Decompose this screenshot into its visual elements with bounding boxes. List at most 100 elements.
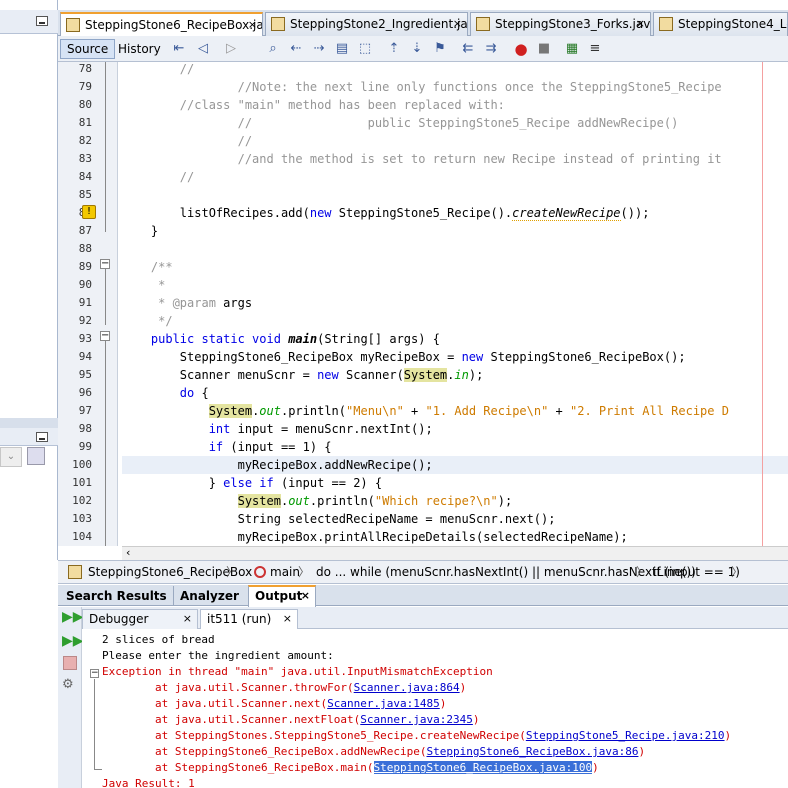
tab-run-output[interactable]: it511 (run) #2 × xyxy=(200,609,298,644)
shift-left-icon[interactable]: ⇇ xyxy=(460,41,476,57)
tab-steppingstone6[interactable]: SteppingStone6_RecipeBox.java × xyxy=(60,12,263,37)
close-icon[interactable]: × xyxy=(636,13,645,35)
close-icon[interactable]: × xyxy=(301,587,310,605)
code-line[interactable]: //and the method is set to return new Re… xyxy=(122,150,722,168)
toggle-selection-icon[interactable]: ⬚ xyxy=(357,41,373,57)
java-file-icon xyxy=(659,17,673,31)
line-number: 94 xyxy=(78,350,92,363)
output-line: 2 slices of bread xyxy=(102,632,215,648)
find-icon[interactable]: ⌕ xyxy=(265,41,281,57)
output-text: ) xyxy=(592,761,599,774)
find-next-icon[interactable]: ⇢ xyxy=(311,41,327,57)
output-console[interactable]: 2 slices of bread Please enter the ingred… xyxy=(82,629,788,788)
tab-steppingstone4[interactable]: SteppingStone4_Loops. xyxy=(653,12,788,36)
navigator-combo[interactable]: ⌄ xyxy=(0,447,22,467)
code-line[interactable]: /** xyxy=(122,258,173,276)
fold-collapse-icon[interactable]: − xyxy=(100,331,110,341)
tab-analyzer[interactable]: Analyzer xyxy=(173,586,245,606)
breadcrumb-separator-icon: 〉 xyxy=(298,565,311,579)
stack-trace-link[interactable]: SteppingStone6_RecipeBox.java:86 xyxy=(427,745,639,758)
minimize-icon[interactable] xyxy=(36,16,48,26)
fold-collapse-icon[interactable]: − xyxy=(90,669,99,678)
code-line[interactable]: myRecipeBox.addNewRecipe(); xyxy=(122,456,788,474)
stack-trace-link[interactable]: Scanner.java:864 xyxy=(354,681,460,694)
code-line[interactable]: * xyxy=(122,276,165,294)
code-line[interactable]: SteppingStone6_RecipeBox myRecipeBox = n… xyxy=(122,348,686,366)
horizontal-scrollbar[interactable]: ‹ xyxy=(122,546,788,560)
comment-icon[interactable]: ▦ xyxy=(564,41,580,57)
next-bookmark-icon[interactable]: ⇣ xyxy=(409,41,425,57)
stack-trace-link[interactable]: SteppingStone6_RecipeBox.java:100 xyxy=(373,761,593,774)
code-line[interactable]: Scanner menuScnr = new Scanner(System.in… xyxy=(122,366,483,384)
code-line[interactable]: // xyxy=(122,132,252,150)
tab-search-results[interactable]: Search Results xyxy=(60,586,173,606)
code-line[interactable]: do { xyxy=(122,384,209,402)
panel-divider[interactable] xyxy=(0,418,58,428)
settings-icon[interactable]: ⚙ xyxy=(62,677,74,692)
code-line[interactable]: listOfRecipes.add(new SteppingStone5_Rec… xyxy=(122,204,649,222)
last-edit-icon[interactable]: ⇤ xyxy=(171,41,187,57)
stop-macro-icon[interactable]: ■ xyxy=(536,41,552,57)
close-icon[interactable]: × xyxy=(248,14,257,36)
tab-debugger-console[interactable]: Debugger Console × xyxy=(82,609,198,644)
close-icon[interactable]: × xyxy=(183,610,192,628)
source-button[interactable]: Source xyxy=(60,39,116,59)
tab-steppingstone2[interactable]: SteppingStone2_Ingredient.java × xyxy=(265,12,468,36)
code-line[interactable]: if (input == 1) { xyxy=(122,438,332,456)
forward-icon[interactable]: ▷ xyxy=(223,41,239,57)
tab-steppingstone3[interactable]: SteppingStone3_Forks.java × xyxy=(470,12,651,36)
java-file-icon xyxy=(271,17,285,31)
code-line[interactable]: String selectedRecipeName = menuScnr.nex… xyxy=(122,510,556,528)
code-line[interactable]: System.out.println("Menu\n" + "1. Add Re… xyxy=(122,402,729,420)
stop-icon[interactable] xyxy=(63,656,77,670)
breadcrumb-method[interactable]: main xyxy=(270,561,300,583)
code-line[interactable]: myRecipeBox.printAllRecipeDetails(select… xyxy=(122,528,628,546)
tab-output[interactable]: Output × xyxy=(248,585,316,607)
stack-trace-link[interactable]: Scanner.java:2345 xyxy=(360,713,473,726)
fold-collapse-icon[interactable]: − xyxy=(100,259,110,269)
stack-trace-link[interactable]: Scanner.java:1485 xyxy=(327,697,440,710)
previous-bookmark-icon[interactable]: ⇡ xyxy=(386,41,402,57)
line-number: 81 xyxy=(78,116,92,129)
line-number: 96 xyxy=(78,386,92,399)
code-line[interactable]: } xyxy=(122,222,158,240)
code-line[interactable]: } else if (input == 2) { xyxy=(122,474,382,492)
breadcrumb-condition[interactable]: if (input == 1) xyxy=(653,561,740,583)
code-line[interactable]: public static void main(String[] args) { xyxy=(122,330,440,348)
close-icon[interactable]: × xyxy=(283,610,292,628)
find-previous-icon[interactable]: ⇠ xyxy=(288,41,304,57)
output-text: ) xyxy=(638,745,646,758)
output-line: at java.util.Scanner.next(Scanner.java:1… xyxy=(102,696,446,712)
back-icon[interactable]: ◁ xyxy=(195,41,211,57)
output-line: Please enter the ingredient amount: xyxy=(102,648,334,664)
navigator-filter-icon[interactable] xyxy=(27,447,45,465)
record-macro-icon[interactable]: ● xyxy=(513,41,529,57)
method-icon xyxy=(254,566,266,578)
output-line: at SteppingStone6_RecipeBox.main(Steppin… xyxy=(102,760,599,776)
rerun-icon[interactable]: ▶▶ xyxy=(62,609,84,625)
warning-icon[interactable]: ! xyxy=(82,205,96,219)
code-line[interactable]: * @param args xyxy=(122,294,252,312)
history-button[interactable]: History xyxy=(111,39,168,59)
code-line[interactable]: // public SteppingStone5_Recipe addNewRe… xyxy=(122,114,679,132)
code-line[interactable]: //Note: the next line only functions onc… xyxy=(122,78,722,96)
code-editor[interactable]: // //Note: the next line only functions … xyxy=(122,62,788,546)
code-line[interactable]: //class "main" method has been replaced … xyxy=(122,96,505,114)
line-number: 100 xyxy=(72,458,92,471)
toggle-highlight-icon[interactable]: ▤ xyxy=(334,41,350,57)
minimize-icon[interactable] xyxy=(36,432,48,442)
code-line[interactable]: // xyxy=(122,168,194,186)
rerun-with-params-icon[interactable]: ▶▶ xyxy=(62,633,84,649)
line-number: 104 xyxy=(72,530,92,543)
code-line[interactable]: */ xyxy=(122,312,172,330)
toggle-bookmark-icon[interactable]: ⚑ xyxy=(432,41,448,57)
scroll-left-icon[interactable]: ‹ xyxy=(126,546,130,559)
shift-right-icon[interactable]: ⇉ xyxy=(483,41,499,57)
line-number: 97 xyxy=(78,404,92,417)
code-line[interactable]: System.out.println("Which recipe?\n"); xyxy=(122,492,512,510)
stack-trace-link[interactable]: SteppingStone5_Recipe.java:210 xyxy=(526,729,725,742)
close-icon[interactable]: × xyxy=(453,13,462,35)
uncomment-icon[interactable]: ≡ xyxy=(587,41,603,57)
code-line[interactable]: // xyxy=(122,62,194,78)
code-line[interactable]: int input = menuScnr.nextInt(); xyxy=(122,420,433,438)
